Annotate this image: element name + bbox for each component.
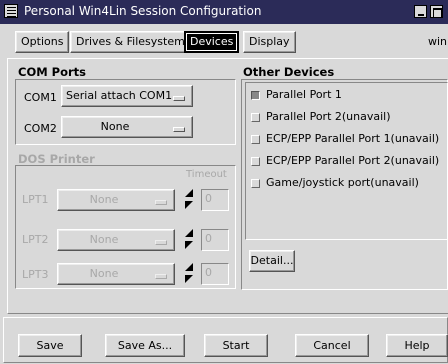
- lpt2-select[interactable]: None: [57, 229, 175, 251]
- device-game-joystick-port[interactable]: Game/joystick port(unavail): [251, 176, 448, 192]
- device-label: Parallel Port 2(unavail): [266, 110, 391, 123]
- device-ecp-epp-port-1[interactable]: ECP/EPP Parallel Port 1(unavail): [251, 132, 448, 148]
- lpt3-label: LPT3: [22, 268, 49, 281]
- lpt3-timeout-field[interactable]: 0: [201, 263, 229, 285]
- device-label: Game/joystick port(unavail): [266, 176, 419, 189]
- save-button[interactable]: Save: [18, 334, 82, 357]
- lpt1-select[interactable]: None: [57, 189, 175, 211]
- device-label: ECP/EPP Parallel Port 2(unavail): [266, 154, 440, 167]
- checkbox-icon[interactable]: [251, 157, 260, 166]
- device-ecp-epp-port-2[interactable]: ECP/EPP Parallel Port 2(unavail): [251, 154, 448, 170]
- lpt2-spin-up-icon[interactable]: [184, 228, 194, 238]
- tab-options[interactable]: Options: [15, 31, 70, 53]
- tab-devices[interactable]: Devices: [184, 31, 240, 53]
- maximize-icon[interactable]: [430, 5, 443, 18]
- lpt1-spin-up-icon[interactable]: [184, 188, 194, 198]
- window-menu-icon[interactable]: [4, 4, 18, 18]
- minimize-icon[interactable]: [414, 5, 427, 18]
- checkbox-icon[interactable]: [251, 135, 260, 144]
- combo-arrow-icon: [173, 127, 185, 132]
- lpt3-spin-down-icon[interactable]: [184, 274, 194, 284]
- other-devices-heading: Other Devices: [243, 65, 335, 79]
- save-as-button[interactable]: Save As...: [105, 334, 185, 357]
- com1-label: COM1: [24, 91, 57, 104]
- combo-arrow-icon: [155, 200, 167, 205]
- title-bar[interactable]: Personal Win4Lin Session Configuration: [0, 0, 448, 24]
- device-parallel-port-1[interactable]: Parallel Port 1: [251, 88, 448, 104]
- lpt2-label: LPT2: [22, 233, 49, 246]
- checkbox-icon[interactable]: [251, 113, 260, 122]
- tab-display[interactable]: Display: [243, 31, 296, 53]
- lpt2-value: None: [89, 233, 119, 246]
- timeout-label: Timeout: [186, 169, 227, 180]
- lpt3-select[interactable]: None: [57, 263, 175, 285]
- lpt3-spin-up-icon[interactable]: [184, 262, 194, 272]
- tab-overflow-text: win: [428, 35, 448, 48]
- com2-select[interactable]: None: [61, 116, 193, 138]
- com2-value: None: [100, 120, 130, 133]
- window-title: Personal Win4Lin Session Configuration: [24, 4, 262, 18]
- help-button[interactable]: Help: [386, 334, 448, 357]
- checkbox-icon[interactable]: [251, 91, 260, 100]
- device-parallel-port-2[interactable]: Parallel Port 2(unavail): [251, 110, 448, 126]
- lpt1-label: LPT1: [22, 193, 49, 206]
- com1-select[interactable]: Serial attach COM1: [61, 85, 193, 107]
- checkbox-icon[interactable]: [251, 179, 260, 188]
- lpt2-timeout-field[interactable]: 0: [201, 229, 229, 251]
- combo-arrow-icon: [173, 96, 185, 101]
- combo-arrow-icon: [155, 240, 167, 245]
- lpt1-timeout-field[interactable]: 0: [201, 189, 229, 211]
- lpt2-spin-down-icon[interactable]: [184, 240, 194, 250]
- com2-label: COM2: [24, 122, 57, 135]
- start-button[interactable]: Start: [204, 334, 268, 357]
- com-ports-heading: COM Ports: [18, 65, 87, 79]
- device-label: Parallel Port 1: [266, 88, 342, 101]
- com1-value: Serial attach COM1: [66, 89, 173, 102]
- tab-drives-filesystem[interactable]: Drives & Filesystem: [70, 31, 191, 53]
- device-label: ECP/EPP Parallel Port 1(unavail): [266, 132, 440, 145]
- lpt1-value: None: [89, 193, 119, 206]
- combo-arrow-icon: [155, 274, 167, 279]
- cancel-button[interactable]: Cancel: [295, 334, 369, 357]
- lpt1-spin-down-icon[interactable]: [184, 200, 194, 210]
- dos-printer-heading: DOS Printer: [18, 152, 95, 166]
- lpt3-value: None: [89, 267, 119, 280]
- detail-button[interactable]: Detail...: [249, 250, 295, 272]
